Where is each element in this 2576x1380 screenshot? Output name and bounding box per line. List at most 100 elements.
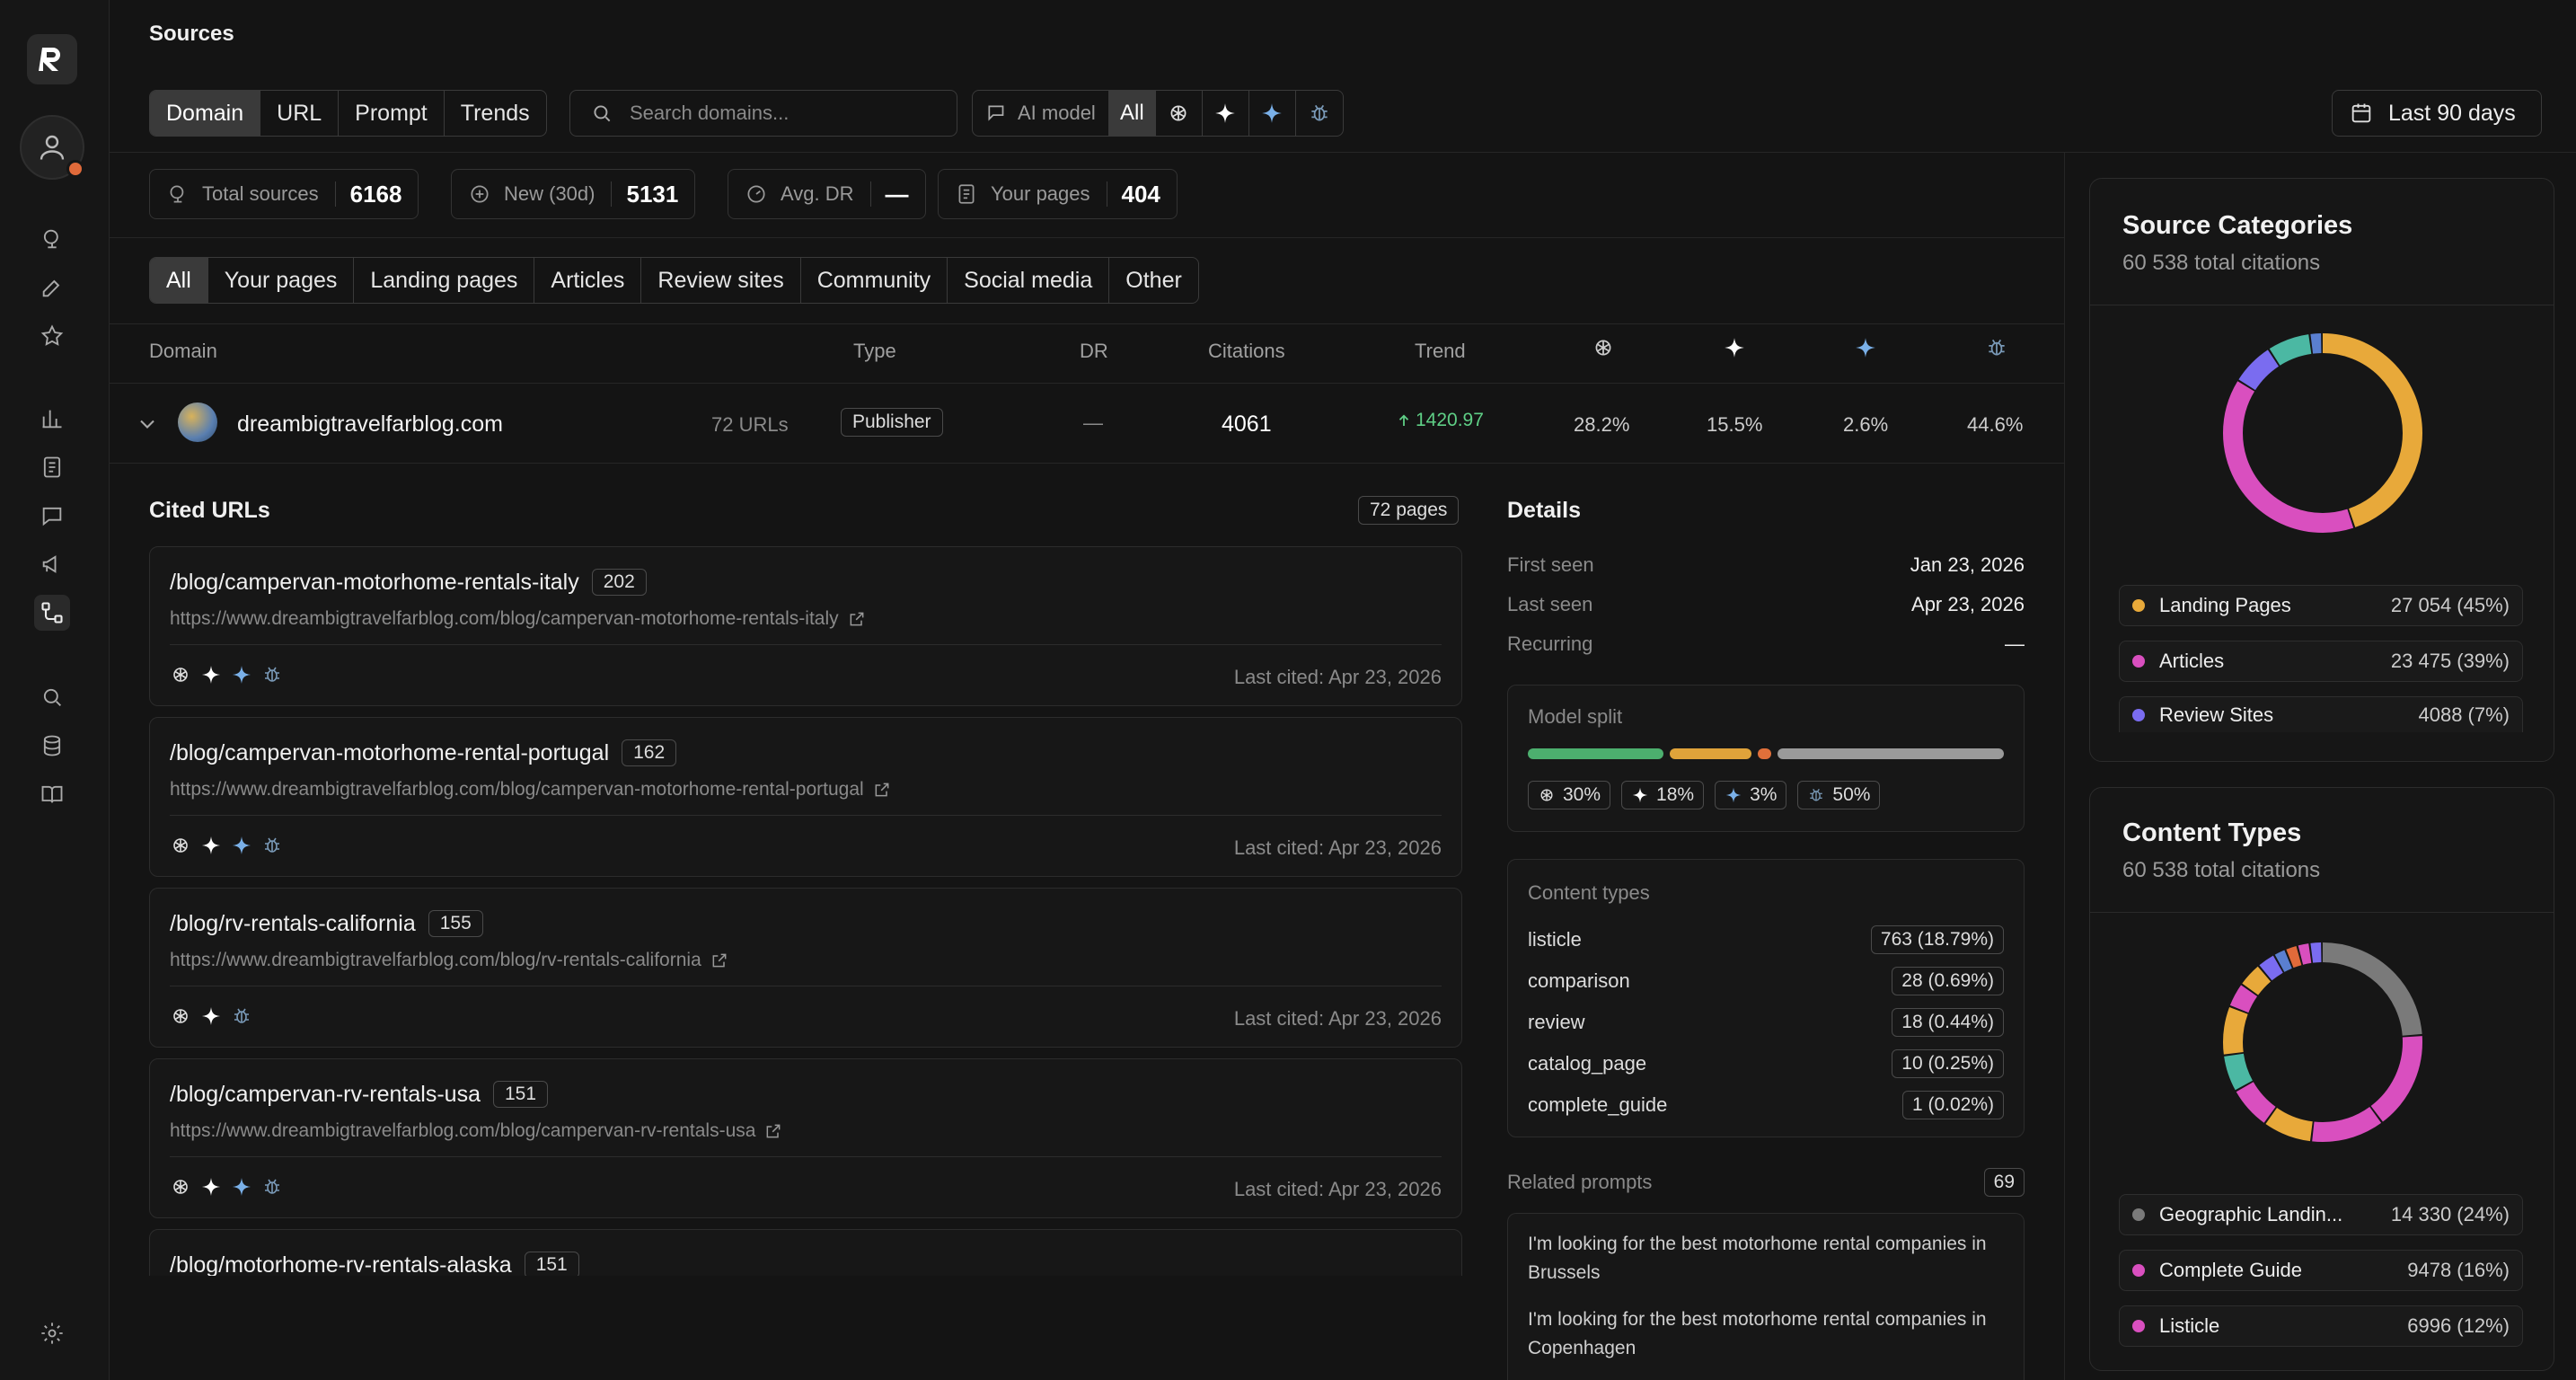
url-full[interactable]: https://www.dreambigtravelfarblog.com/bl… (170, 608, 839, 630)
nav-document-icon[interactable] (34, 449, 70, 485)
search-input[interactable] (630, 102, 935, 125)
col-header-citations[interactable]: Citations (1208, 340, 1285, 363)
url-cite-count: 155 (428, 910, 483, 937)
url-full[interactable]: https://www.dreambigtravelfarblog.com/bl… (170, 779, 864, 801)
tab-trends[interactable]: Trends (445, 91, 546, 136)
type-tab-social-media[interactable]: Social media (948, 258, 1110, 303)
model-split-panel: Model split 30% 18% 3% 50% (1507, 685, 2025, 832)
model-bug-button[interactable] (1296, 91, 1343, 136)
arrow-up-icon (1398, 414, 1409, 426)
related-prompts-header: Related prompts 69 (1507, 1168, 2025, 1197)
tab-prompt[interactable]: Prompt (339, 91, 445, 136)
nav-chart-icon[interactable] (34, 401, 70, 437)
url-full[interactable]: https://www.dreambigtravelfarblog.com/bl… (170, 950, 701, 971)
nav-star-icon[interactable] (34, 318, 70, 354)
nav-sources-globe-icon[interactable] (34, 221, 70, 257)
nav-edit-icon[interactable] (34, 270, 70, 305)
model-icons (170, 1176, 283, 1198)
content-types-subtitle: 60 538 total citations (2122, 858, 2321, 882)
type-tab-all[interactable]: All (150, 258, 208, 303)
url-path[interactable]: /blog/rv-rentals-california (170, 911, 416, 937)
legend-item-review-sites[interactable]: Review Sites 4088 (7%) (2119, 696, 2523, 732)
chevron-down-icon[interactable] (135, 411, 160, 437)
legend-item-complete-guide[interactable]: Complete Guide 9478 (16%) (2119, 1250, 2523, 1291)
col-header-dr[interactable]: DR (1080, 340, 1108, 363)
list-item[interactable]: /blog/motorhome-rv-rentals-alaska 151 (149, 1229, 1462, 1276)
tab-domain[interactable]: Domain (150, 91, 261, 136)
list-item[interactable]: /blog/campervan-rv-rentals-usa 151 https:… (149, 1058, 1462, 1218)
list-item[interactable]: /blog/campervan-motorhome-rental-portuga… (149, 717, 1462, 877)
col-header-domain[interactable]: Domain (149, 340, 217, 363)
last-seen-row: Last seen Apr 23, 2026 (1507, 593, 2025, 615)
list-item[interactable]: I'm looking for the best motorhome renta… (1528, 1305, 1995, 1363)
nav-settings-icon[interactable] (34, 1315, 70, 1351)
legend-item-landing-pages[interactable]: Landing Pages 27 054 (45%) (2119, 585, 2523, 626)
view-tabs: Domain URL Prompt Trends (149, 90, 547, 137)
url-cite-count: 202 (591, 569, 647, 596)
logo-icon (39, 48, 60, 71)
model-sparkle-button[interactable] (1203, 91, 1249, 136)
col-header-trend[interactable]: Trend (1415, 340, 1466, 363)
list-item[interactable]: I'm looking for the best motorhome renta… (1528, 1230, 1995, 1287)
domain-name[interactable]: dreambigtravelfarblog.com (237, 411, 503, 438)
bug-icon (1311, 104, 1328, 121)
external-link-icon[interactable] (764, 1122, 782, 1140)
stat-new-30d: New (30d) 5131 (451, 169, 696, 219)
date-range-button[interactable]: Last 90 days (2332, 90, 2542, 137)
url-cite-count: 162 (622, 739, 677, 766)
sparkle-icon (202, 836, 220, 854)
last-cited: Last cited: Apr 23, 2026 (1233, 1007, 1442, 1030)
openai-icon (173, 838, 188, 853)
type-tab-community[interactable]: Community (801, 258, 948, 303)
sparkle-icon (1725, 338, 1744, 358)
external-link-icon[interactable] (848, 610, 866, 628)
source-categories-subtitle: 60 538 total citations (2122, 251, 2321, 275)
model-split-label: Model split (1528, 705, 1623, 728)
list-item[interactable]: /blog/campervan-motorhome-rentals-italy 2… (149, 546, 1462, 706)
source-categories-panel: Source Categories 60 538 total citations… (2089, 178, 2554, 762)
external-link-icon[interactable] (873, 781, 891, 799)
col-header-type[interactable]: Type (853, 340, 896, 363)
list-item: listicle 763 (18.79%) (1528, 919, 2004, 960)
gemini-icon (1856, 338, 1875, 358)
content-types-detail-panel: Content types listicle 763 (18.79%) compa… (1507, 859, 2025, 1137)
citations-value: 4061 (1222, 411, 1272, 437)
type-tab-review-sites[interactable]: Review sites (641, 258, 801, 303)
url-cite-count: 151 (492, 1081, 549, 1108)
domain-url-count: 72 URLs (711, 413, 789, 436)
cited-urls-count: 72 pages (1358, 496, 1460, 525)
gauge-icon (747, 185, 765, 203)
url-path[interactable]: /blog/campervan-motorhome-rentals-italy (170, 570, 579, 596)
openai-icon (1170, 105, 1187, 121)
model-share-gemini: 2.6% (1843, 413, 1889, 436)
tab-url[interactable]: URL (260, 91, 340, 136)
model-all-button[interactable]: All (1108, 91, 1156, 136)
openai-icon (1540, 789, 1553, 801)
list-item: complete_guide 1 (0.02%) (1528, 1084, 2004, 1126)
app-logo[interactable] (27, 34, 77, 84)
type-tab-landing-pages[interactable]: Landing pages (354, 258, 535, 303)
chat-filter-icon (988, 105, 1004, 121)
legend-item-geographic-landing[interactable]: Geographic Landin... 14 330 (24%) (2119, 1194, 2523, 1235)
url-path[interactable]: /blog/motorhome-rv-rentals-alaska (170, 1252, 512, 1277)
nav-chat-icon[interactable] (34, 498, 70, 534)
list-item[interactable]: /blog/rv-rentals-california 155 https://w… (149, 888, 1462, 1048)
split-segment (1757, 748, 1772, 759)
external-link-icon[interactable] (710, 951, 728, 969)
legend-item-articles[interactable]: Articles 23 475 (39%) (2119, 641, 2523, 682)
url-path[interactable]: /blog/campervan-motorhome-rental-portuga… (170, 740, 609, 766)
model-openai-button[interactable] (1156, 91, 1203, 136)
model-gemini-button[interactable] (1249, 91, 1296, 136)
type-tab-your-pages[interactable]: Your pages (208, 258, 355, 303)
url-path[interactable]: /blog/campervan-rv-rentals-usa (170, 1082, 481, 1108)
plus-circle-icon (471, 185, 489, 203)
divider (110, 237, 2064, 238)
gemini-icon (233, 1178, 251, 1196)
page-icon (958, 184, 975, 204)
type-tab-other[interactable]: Other (1109, 258, 1198, 303)
type-tab-articles[interactable]: Articles (534, 258, 642, 303)
url-full[interactable]: https://www.dreambigtravelfarblog.com/bl… (170, 1120, 755, 1142)
legend-item-listicle[interactable]: Listicle 6996 (12%) (2119, 1305, 2523, 1347)
page-title: Sources (149, 22, 234, 46)
first-seen-row: First seen Jan 23, 2026 (1507, 553, 2025, 576)
